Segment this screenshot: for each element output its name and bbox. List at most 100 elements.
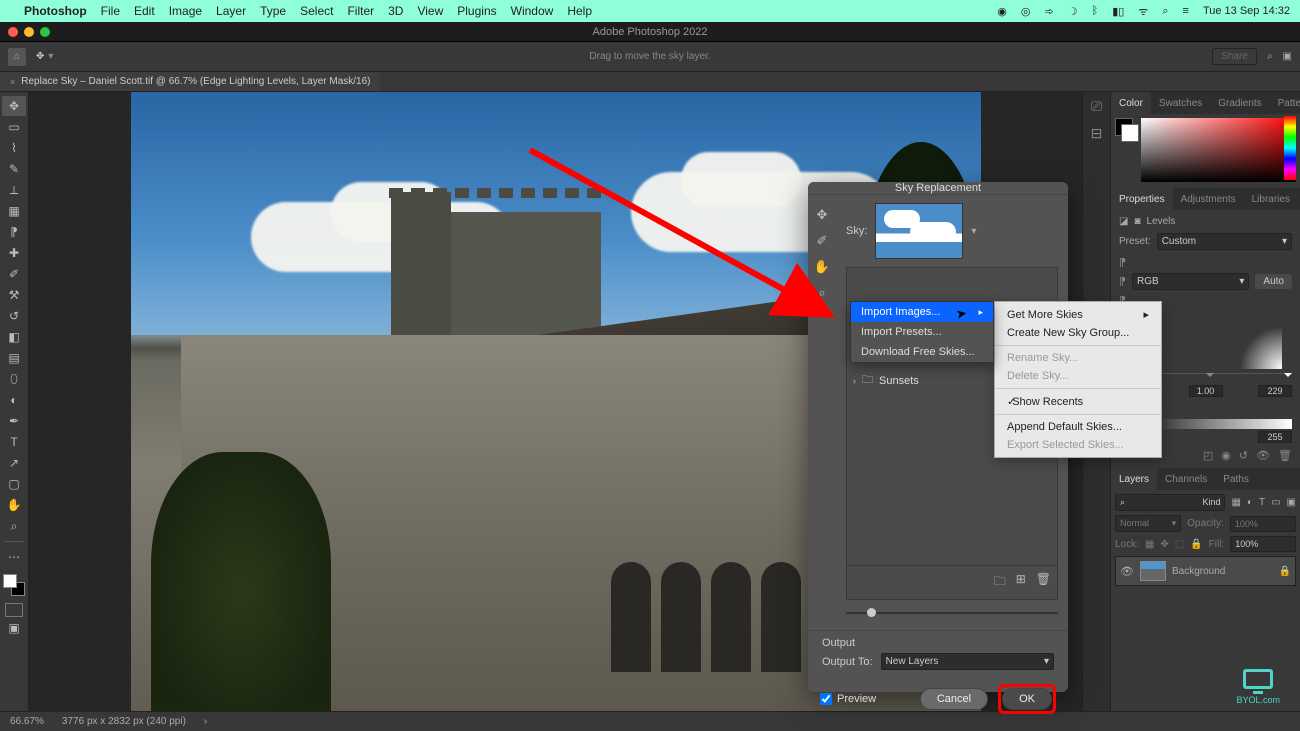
filter-type-icon[interactable]: T — [1259, 497, 1265, 508]
color-bg-swatch[interactable] — [1121, 124, 1139, 142]
brushes-panel-icon[interactable]: ⎚ — [1091, 98, 1102, 115]
filter-shape-icon[interactable]: ▭ — [1271, 497, 1280, 508]
move-tool-icon[interactable]: ✥ — [36, 51, 44, 62]
preset-dropdown[interactable]: Custom▾ — [1157, 233, 1292, 250]
menu-type[interactable]: Type — [260, 4, 286, 18]
pen-tool[interactable]: ✒ — [2, 411, 26, 431]
shape-tool[interactable]: ▢ — [2, 474, 26, 494]
foreground-color-swatch[interactable] — [3, 574, 17, 588]
sky-hand-tool-icon[interactable]: ✋ — [814, 259, 830, 275]
new-folder-icon[interactable]: 🗀 — [994, 572, 1006, 593]
crop-tool[interactable]: ⟂ — [2, 180, 26, 200]
menu-get-more-skies[interactable]: Get More Skies ▸ — [995, 305, 1161, 324]
lock-pos-icon[interactable]: ✥ — [1160, 539, 1168, 550]
toggle-vis-icon[interactable]: 👁 — [1256, 449, 1270, 462]
close-tab-icon[interactable]: × — [10, 77, 15, 87]
path-tool[interactable]: ↗ — [2, 453, 26, 473]
color-swatches[interactable] — [3, 574, 25, 596]
tab-patterns[interactable]: Patterns — [1270, 92, 1300, 114]
eyedropper-black-icon[interactable]: ⁋ — [1119, 256, 1126, 269]
color-spectrum[interactable] — [1141, 118, 1296, 182]
sky-dropdown-chevron-icon[interactable]: ▾ — [971, 226, 976, 237]
filter-smart-icon[interactable]: ▣ — [1287, 497, 1296, 508]
zoom-level[interactable]: 66.67% — [10, 716, 44, 727]
menu-download-free-skies[interactable]: Download Free Skies... — [851, 342, 993, 362]
marquee-tool[interactable]: ▭ — [2, 117, 26, 137]
channel-dropdown[interactable]: RGB▾ — [1132, 273, 1249, 290]
menu-import-presets[interactable]: Import Presets... — [851, 322, 993, 342]
menu-help[interactable]: Help — [567, 4, 592, 18]
clip-icon[interactable]: ◰ — [1203, 449, 1213, 462]
hue-slider[interactable] — [1284, 116, 1296, 180]
sky-brush-tool-icon[interactable]: ✐ — [817, 233, 828, 249]
zoom-tool[interactable]: ⌕ — [2, 516, 26, 536]
maximize-window-icon[interactable] — [40, 27, 50, 37]
status-control-icon[interactable]: ≡ — [1183, 5, 1189, 17]
blend-mode-dropdown[interactable]: Normal▾ — [1115, 515, 1181, 532]
preview-checkbox[interactable]: Preview — [820, 693, 876, 705]
quick-select-tool[interactable]: ✎ — [2, 159, 26, 179]
close-window-icon[interactable] — [8, 27, 18, 37]
move-tool[interactable]: ✥ — [2, 96, 26, 116]
menu-show-recents[interactable]: ✓ Show Recents — [995, 392, 1161, 411]
gradient-tool[interactable]: ▤ — [2, 348, 26, 368]
menu-filter[interactable]: Filter — [347, 4, 374, 18]
menu-append-default-skies[interactable]: Append Default Skies... — [995, 418, 1161, 436]
sky-zoom-tool-icon[interactable]: ⌕ — [818, 285, 825, 301]
tab-layers[interactable]: Layers — [1111, 468, 1157, 490]
workspace-icon[interactable]: ▣ — [1283, 51, 1292, 62]
tab-color[interactable]: Color — [1111, 92, 1151, 114]
sky-preset-thumbnail[interactable] — [875, 203, 963, 259]
output-white[interactable] — [1258, 431, 1292, 443]
menu-import-images[interactable]: Import Images... ▸ — [851, 302, 993, 322]
type-tool[interactable]: T — [2, 432, 26, 452]
lock-all-icon[interactable]: ▦ — [1145, 539, 1154, 550]
status-search-icon[interactable]: ⌕ — [1162, 5, 1168, 18]
tab-libraries[interactable]: Libraries — [1244, 188, 1298, 210]
delete-preset-icon[interactable]: 🗑 — [1036, 572, 1051, 593]
view-prev-icon[interactable]: ◉ — [1221, 449, 1231, 462]
status-chevron-icon[interactable]: › — [204, 716, 207, 727]
menu-view[interactable]: View — [417, 4, 443, 18]
tab-paths[interactable]: Paths — [1215, 468, 1257, 490]
tab-properties[interactable]: Properties — [1111, 188, 1173, 210]
blur-tool[interactable]: ⬯ — [2, 369, 26, 389]
app-name[interactable]: Photoshop — [24, 4, 87, 18]
tab-swatches[interactable]: Swatches — [1151, 92, 1210, 114]
minimize-window-icon[interactable] — [24, 27, 34, 37]
eyedropper-tool[interactable]: ⁋ — [2, 222, 26, 242]
dropdown-chevron-icon[interactable]: ▾ — [48, 51, 53, 62]
menu-3d[interactable]: 3D — [388, 4, 403, 18]
preview-check-input[interactable] — [820, 693, 832, 705]
menu-create-new-sky-group[interactable]: Create New Sky Group... — [995, 324, 1161, 342]
filter-adj-icon[interactable]: ◐ — [1247, 497, 1253, 508]
status-clock[interactable]: Tue 13 Sep 14:32 — [1203, 5, 1290, 17]
menu-select[interactable]: Select — [300, 4, 333, 18]
cancel-button[interactable]: Cancel — [920, 688, 988, 710]
history-brush-tool[interactable]: ↺ — [2, 306, 26, 326]
filter-pixel-icon[interactable]: ▦ — [1231, 497, 1240, 508]
brush-tool[interactable]: ✐ — [2, 264, 26, 284]
dodge-tool[interactable]: ◐ — [2, 390, 26, 410]
search-icon[interactable]: ⌕ — [1267, 51, 1273, 62]
eyedropper-gray-icon[interactable]: ⁋ — [1119, 275, 1126, 288]
auto-button[interactable]: Auto — [1255, 274, 1292, 289]
quick-mask-toggle[interactable] — [5, 603, 23, 617]
sky-move-tool-icon[interactable]: ✥ — [817, 207, 828, 223]
tab-gradients[interactable]: Gradients — [1210, 92, 1269, 114]
visibility-icon[interactable]: 👁 — [1120, 565, 1134, 578]
hand-tool[interactable]: ✋ — [2, 495, 26, 515]
new-preset-icon[interactable]: ⊞ — [1016, 572, 1026, 593]
share-button[interactable]: Share — [1212, 48, 1257, 65]
fill-field[interactable]: 100% — [1230, 536, 1296, 552]
document-tab[interactable]: × Replace Sky – Daniel Scott.tif @ 66.7%… — [0, 72, 380, 91]
menu-file[interactable]: File — [101, 4, 120, 18]
menu-edit[interactable]: Edit — [134, 4, 155, 18]
input-white[interactable] — [1258, 385, 1292, 397]
ok-button[interactable]: OK — [1002, 688, 1052, 710]
reset-icon[interactable]: ↺ — [1239, 449, 1248, 462]
eraser-tool[interactable]: ◧ — [2, 327, 26, 347]
menu-window[interactable]: Window — [511, 4, 554, 18]
menu-image[interactable]: Image — [169, 4, 202, 18]
comments-panel-icon[interactable]: ⊟ — [1091, 125, 1103, 142]
